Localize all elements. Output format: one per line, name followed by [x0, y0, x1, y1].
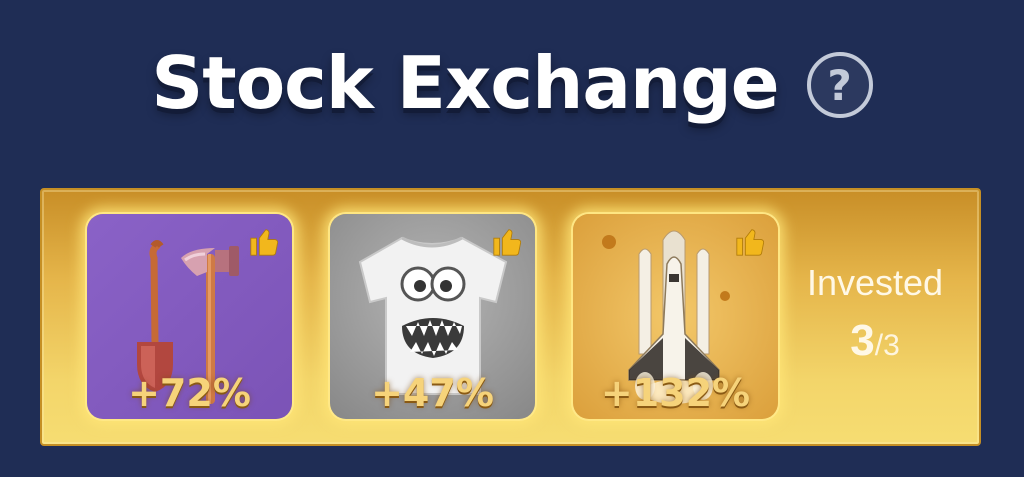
change-percent: +72%	[128, 371, 251, 415]
invested-label: Invested	[806, 262, 944, 303]
invested-separator: /	[874, 329, 884, 362]
thumbs-up-icon	[736, 229, 765, 256]
thumbs-up-icon	[250, 229, 279, 256]
invested-counter: Invested 3/3	[790, 262, 960, 366]
stock-card-tools[interactable]: +72%	[87, 214, 292, 419]
invested-count: 3/3	[790, 316, 960, 366]
stock-card-shuttle[interactable]: +132%	[573, 214, 778, 419]
header: Stock Exchange ?	[0, 38, 1024, 128]
change-percent: +47%	[371, 371, 494, 415]
thumbs-up-icon	[493, 229, 522, 256]
change-percent: +132%	[600, 371, 751, 415]
help-button[interactable]: ?	[806, 52, 873, 118]
invested-current: 3	[850, 316, 875, 365]
page-title: Stock Exchange	[151, 41, 779, 125]
stock-card-tshirt[interactable]: +47%	[330, 214, 535, 419]
invested-total: 3	[883, 329, 900, 362]
question-circle-icon: ?	[827, 60, 852, 110]
